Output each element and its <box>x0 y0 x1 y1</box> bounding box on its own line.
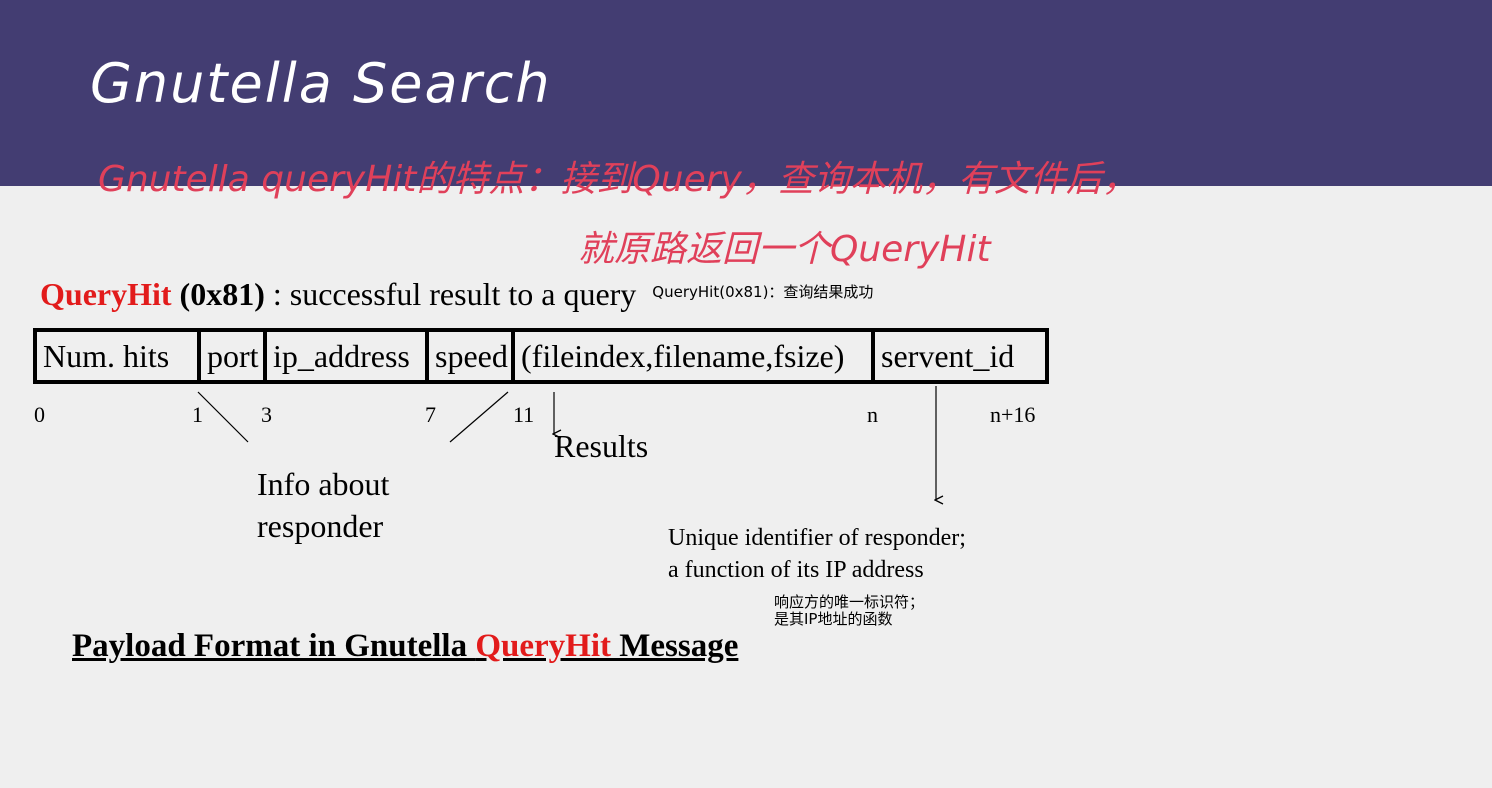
unique-id-label-line-1: Unique identifier of responder; <box>668 525 966 551</box>
info-connector-right <box>449 391 509 443</box>
caption-suffix: Message <box>611 628 739 664</box>
info-connector-left <box>197 391 249 443</box>
unique-id-chinese-note-line-1: 响应方的唯一标识符； <box>774 593 925 611</box>
results-label: Results <box>554 428 649 464</box>
connector-lines <box>197 386 1492 788</box>
unique-id-label-line-2: a function of its IP address <box>668 557 924 583</box>
info-label-line-2: responder <box>257 508 384 544</box>
unique-id-chinese-note-line-2: 是其IP地址的函数 <box>774 610 893 628</box>
caption-prefix: Payload Format in Gnutella <box>72 628 476 664</box>
figure-caption: Payload Format in Gnutella QueryHit Mess… <box>72 628 738 665</box>
info-label-line-1: Info about <box>257 466 390 502</box>
caption-queryhit: QueryHit <box>475 628 611 664</box>
